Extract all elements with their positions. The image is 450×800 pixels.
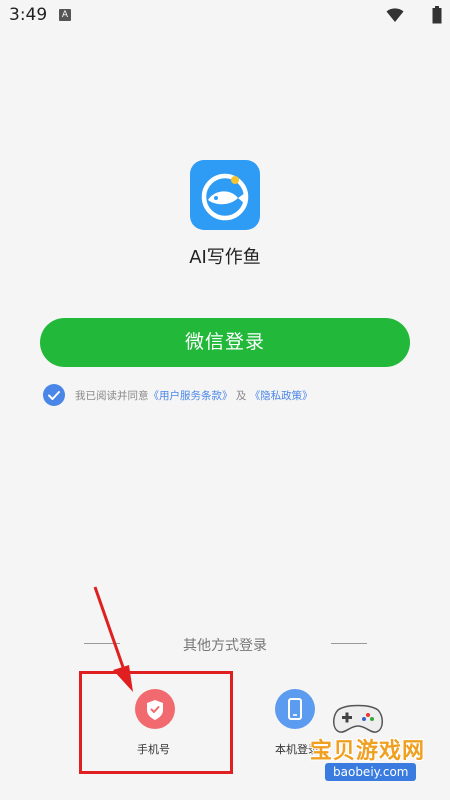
check-icon <box>48 391 60 400</box>
gamepad-icon <box>333 704 383 733</box>
a-letter-icon: A <box>59 9 71 21</box>
divider-right <box>331 643 367 644</box>
device-login-button[interactable] <box>275 689 315 729</box>
agreement-text: 我已阅读并同意《用户服务条款》 及 《隐私政策》 <box>75 388 313 403</box>
watermark-title: 宝贝游戏网 <box>310 739 426 764</box>
other-login-title: 其他方式登录 <box>183 638 267 654</box>
watermark: 宝贝游戏网 baobeiy.com <box>310 700 450 785</box>
status-bar: 3:49 A <box>0 0 450 32</box>
agreement-prefix: 我已阅读并同意 <box>75 390 149 402</box>
battery-icon <box>432 6 442 24</box>
app-logo <box>190 160 260 230</box>
privacy-link[interactable]: 《隐私政策》 <box>250 390 313 402</box>
phone-device-icon <box>288 698 302 720</box>
wechat-login-button[interactable]: 微信登录 <box>40 318 410 367</box>
highlight-box <box>79 671 233 774</box>
watermark-url: baobeiy.com <box>325 763 417 781</box>
app-name: AI写作鱼 <box>189 247 261 268</box>
wifi-icon <box>386 8 404 22</box>
agreement-connector: 及 <box>235 390 247 402</box>
status-time: 3:49 <box>9 5 48 25</box>
agreement-checkbox[interactable] <box>43 384 65 406</box>
terms-link[interactable]: 《用户服务条款》 <box>149 390 233 402</box>
fish-logo-icon <box>201 173 249 221</box>
